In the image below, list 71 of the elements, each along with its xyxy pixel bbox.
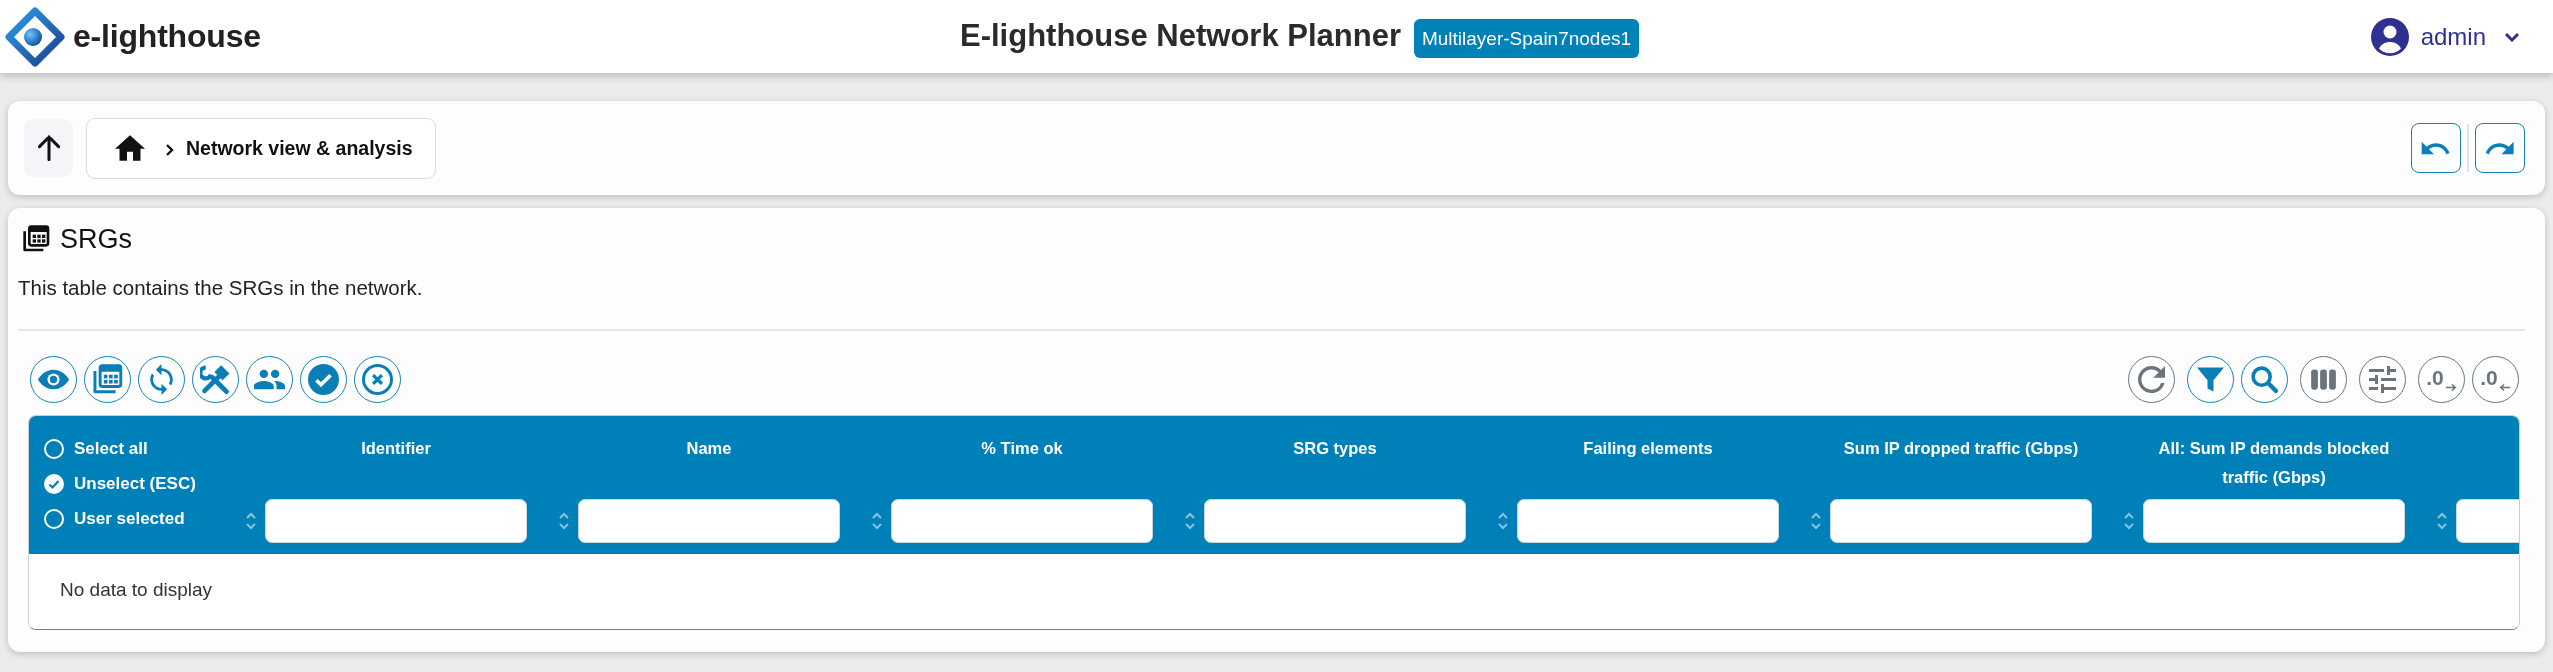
sort-arrows-icon[interactable] (2123, 510, 2135, 532)
tools-button[interactable] (192, 356, 239, 403)
users-button[interactable] (246, 356, 293, 403)
filter-field[interactable] (265, 499, 527, 543)
stacked-table-icon (22, 225, 50, 253)
sort-arrows-icon[interactable] (1497, 510, 1509, 532)
columns-icon (2310, 366, 2337, 393)
undo-icon (2421, 141, 2451, 155)
filter-field[interactable] (1830, 499, 2092, 543)
selection-option[interactable]: Unselect (ESC) (44, 466, 196, 501)
filter-field[interactable] (578, 499, 840, 543)
check-circle-icon (308, 364, 339, 395)
decimal-decrease-button[interactable]: .0 (2472, 356, 2519, 403)
filter-field[interactable] (1517, 499, 1779, 543)
panel-description: This table contains the SRGs in the network. (18, 276, 424, 300)
table-view-button[interactable] (84, 356, 131, 403)
columns-button[interactable] (2300, 356, 2347, 403)
sliders-icon (2369, 366, 2396, 393)
filter-field[interactable] (2143, 499, 2405, 543)
select-button[interactable] (300, 356, 347, 403)
user-avatar-icon (2370, 17, 2409, 56)
column-header[interactable]: SRG types (1293, 434, 1377, 463)
clear-button[interactable] (354, 356, 401, 403)
decimal-increase-button[interactable]: .0 (2418, 356, 2465, 403)
sort-arrows-icon[interactable] (1184, 510, 1196, 532)
sync-button[interactable] (138, 356, 185, 403)
project-badge: Multilayer-Spain7nodes1 (1413, 19, 1640, 58)
column-header[interactable]: Name (686, 434, 732, 463)
stacked-table-icon (92, 364, 123, 395)
filter-icon (2197, 366, 2224, 393)
settings-button[interactable] (2359, 356, 2406, 403)
redo-button[interactable] (2475, 123, 2525, 173)
column-header[interactable]: Identifier (361, 434, 431, 463)
sort-arrows-icon[interactable] (245, 510, 257, 532)
arrow-left-icon (2498, 383, 2511, 392)
filter-button[interactable] (2187, 356, 2234, 403)
user-menu[interactable]: admin (2370, 17, 2520, 56)
sort-arrows-icon[interactable] (558, 510, 570, 532)
undo-button[interactable] (2411, 123, 2461, 173)
logo-text: e-lighthouse (73, 18, 261, 55)
sort-arrows-icon[interactable] (2436, 510, 2448, 532)
filter-field[interactable] (2456, 499, 2519, 543)
up-button[interactable] (24, 119, 73, 177)
selection-option[interactable]: User selected (44, 501, 185, 536)
arrow-up-icon (37, 135, 60, 161)
sort-arrows-icon[interactable] (871, 510, 883, 532)
column-header[interactable]: All: Sum IP demands blocked traffic (Gbps) (2143, 434, 2405, 492)
filter-field[interactable] (1204, 499, 1466, 543)
search-icon (2251, 366, 2278, 393)
redo-icon (2485, 141, 2515, 155)
home-icon[interactable] (115, 135, 145, 161)
search-button[interactable] (2241, 356, 2288, 403)
refresh-button[interactable] (2128, 356, 2175, 403)
close-circle-icon (362, 364, 393, 395)
empty-message: No data to display (60, 578, 213, 601)
filter-field[interactable] (891, 499, 1153, 543)
column-header[interactable]: Failing elements (1583, 434, 1713, 463)
refresh-icon (2138, 366, 2165, 393)
column-header[interactable]: Sum IP dropped traffic (Gbps) (1843, 434, 2079, 463)
view-button[interactable] (30, 356, 77, 403)
sort-arrows-icon[interactable] (1810, 510, 1822, 532)
diamond-logo-icon (5, 6, 65, 67)
arrow-right-icon (2444, 383, 2457, 392)
hammer-wrench-icon (200, 364, 231, 395)
panel-title: SRGs (60, 223, 132, 255)
chevron-right-icon (165, 143, 175, 157)
selection-option[interactable]: Select all (44, 431, 148, 466)
column-header[interactable]: % Time ok (981, 434, 1063, 463)
breadcrumb-item: Network view & analysis (186, 136, 413, 160)
app-title: E-lighthouse Network Planner (960, 19, 1401, 54)
chevron-down-icon (2504, 31, 2520, 42)
